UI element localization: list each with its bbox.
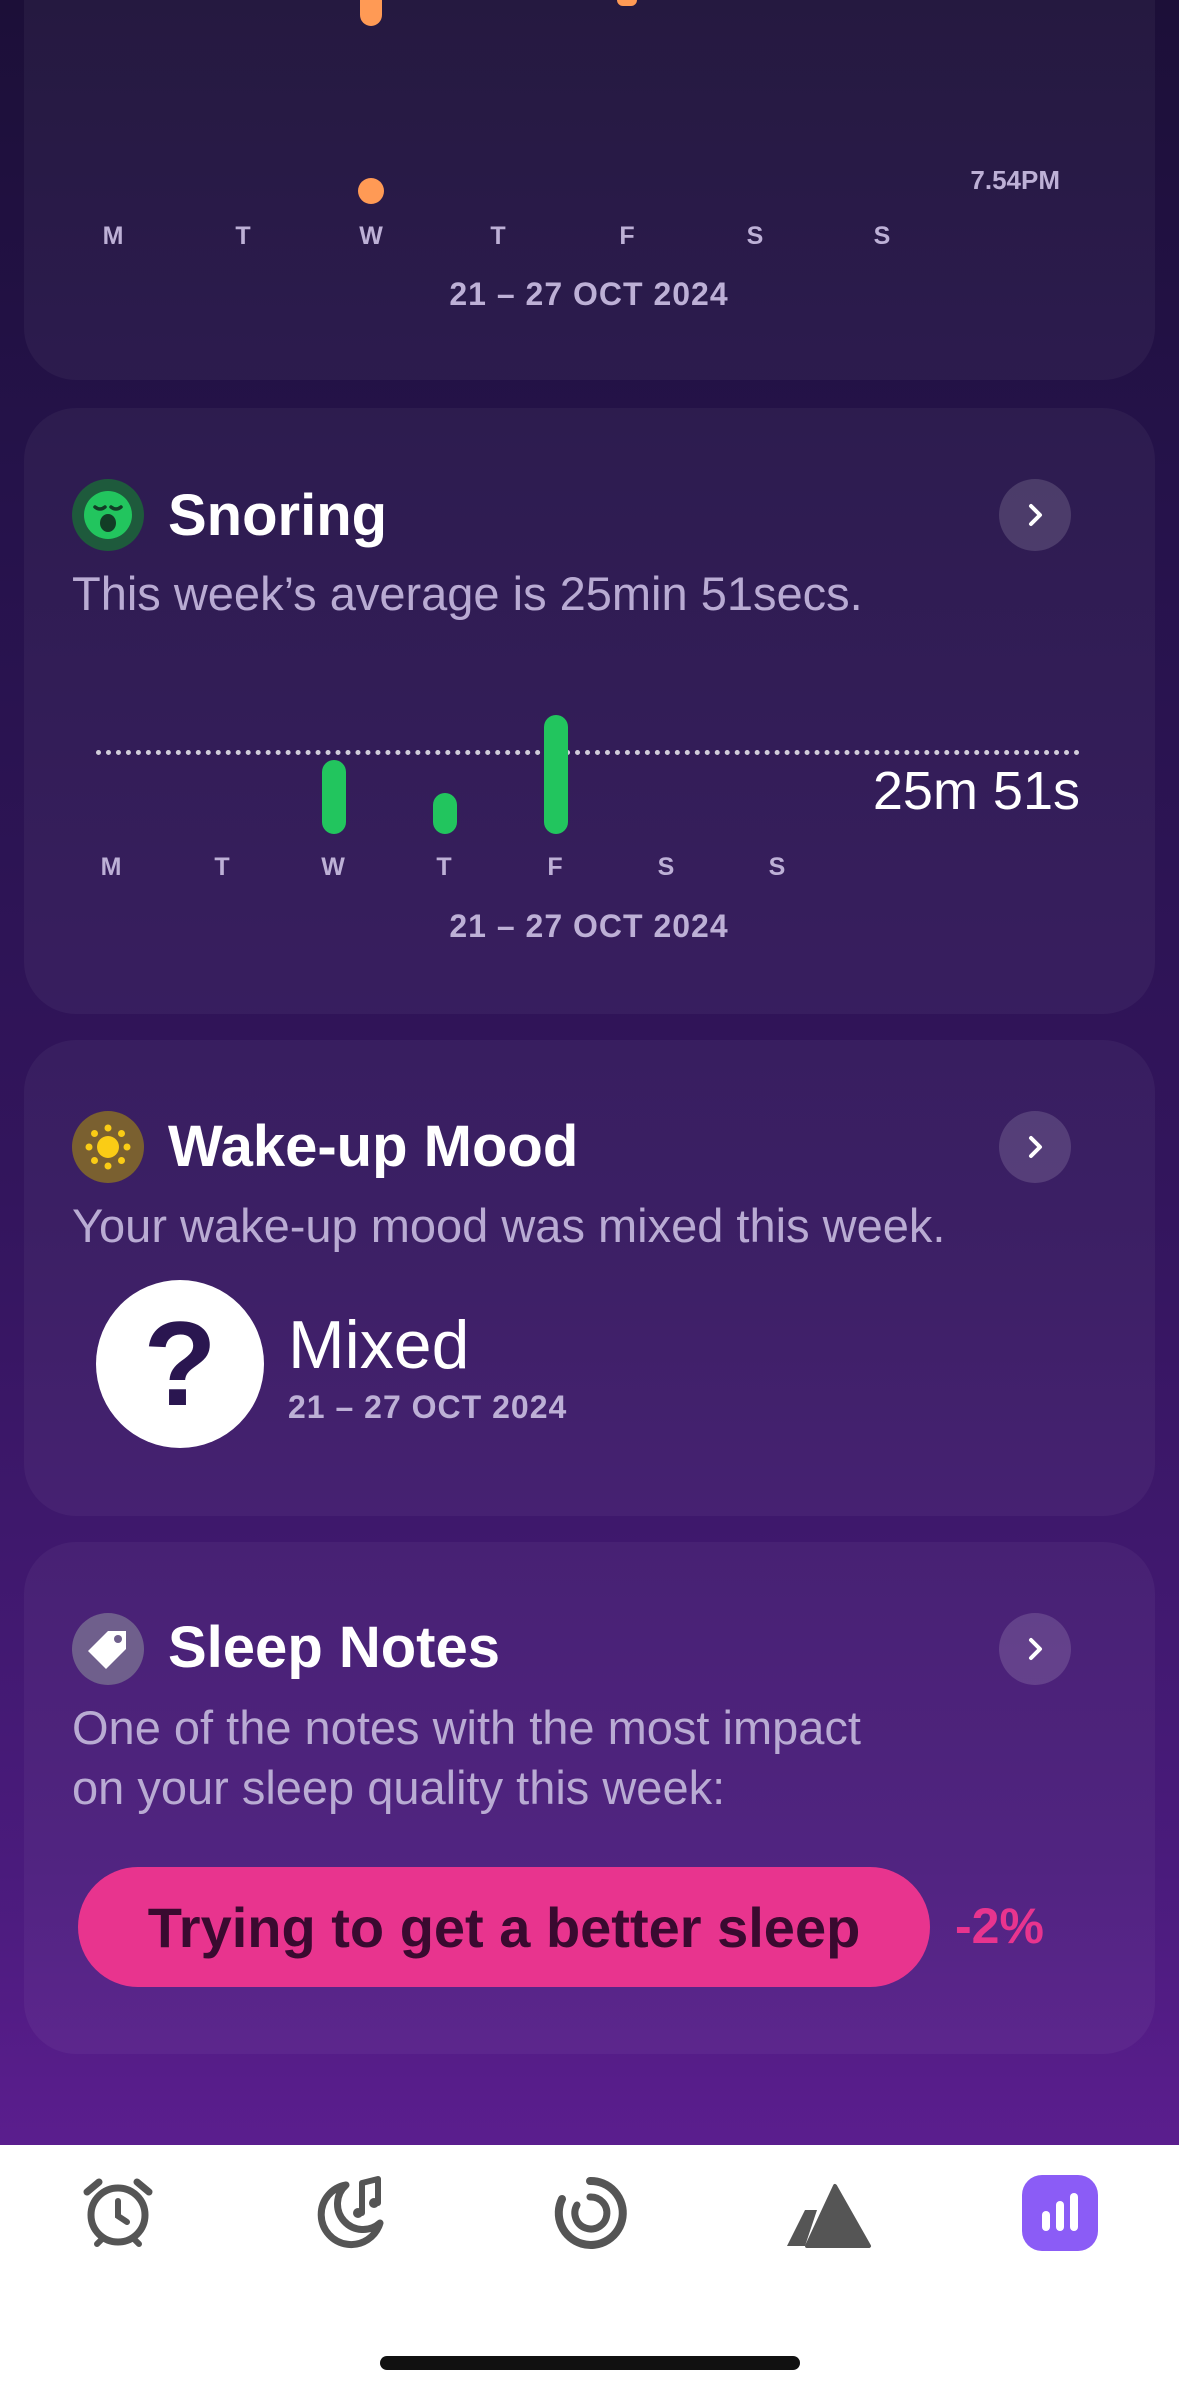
- mood-date-range: 21 – 27 OCT 2024: [288, 1389, 568, 1425]
- chevron-right-icon: [1029, 1136, 1042, 1158]
- bedtime-dot-w: [358, 178, 384, 204]
- snoring-average-line: [96, 750, 1080, 755]
- bedtime-day-w: W: [359, 222, 383, 250]
- spiral-icon: [554, 2176, 627, 2249]
- tab-statistics[interactable]: [1022, 2175, 1098, 2251]
- sleep-note-impact: -2%: [955, 1898, 1044, 1954]
- snoring-day-s2: S: [768, 853, 786, 881]
- sleep-notes-subtitle-2: on your sleep quality this week:: [72, 1761, 726, 1814]
- alarm-clock-icon: [83, 2178, 153, 2247]
- mood-face-icon: ?: [96, 1280, 264, 1448]
- sleep-notes-subtitle-1: One of the notes with the most impact: [72, 1701, 861, 1754]
- tab-alarm[interactable]: [78, 2173, 158, 2253]
- sleep-notes-chevron-button[interactable]: [999, 1613, 1071, 1685]
- snoring-title: Snoring: [168, 483, 388, 548]
- snoring-day-t2: T: [436, 853, 452, 881]
- bar-chart-icon: [1042, 2193, 1078, 2231]
- snoring-bar-f: [544, 715, 568, 834]
- moon-music-icon: [317, 2176, 384, 2248]
- snoring-bar-t: [433, 793, 457, 834]
- chevron-right-icon: [1029, 504, 1042, 526]
- snoring-day-m: M: [100, 853, 122, 881]
- question-mark-icon: ?: [143, 1297, 217, 1431]
- snoring-date-range: 21 – 27 OCT 2024: [449, 908, 729, 944]
- bedtime-day-m: M: [102, 222, 124, 250]
- mountains-icon: [787, 2184, 871, 2248]
- bedtime-dot-f: [617, 0, 637, 6]
- sleep-note-label: Trying to get a better sleep: [147, 1895, 861, 1959]
- snoring-chevron-button[interactable]: [999, 479, 1071, 551]
- bedtime-bar-w: [360, 0, 382, 26]
- snoring-day-w: W: [321, 853, 345, 881]
- mood-chevron-button[interactable]: [999, 1111, 1071, 1183]
- mood-subtitle: Your wake-up mood was mixed this week.: [72, 1199, 946, 1252]
- tab-trends[interactable]: [783, 2173, 873, 2253]
- snoring-average-label: 25m 51s: [872, 761, 1080, 821]
- sleep-note-pill[interactable]: Trying to get a better sleep: [78, 1867, 930, 1987]
- tag-icon: [72, 1613, 144, 1685]
- tab-routine[interactable]: [550, 2173, 630, 2253]
- snoring-subtitle: This week’s average is 25min 51secs.: [72, 567, 863, 620]
- bedtime-day-s2: S: [873, 222, 891, 250]
- snoring-day-s: S: [657, 853, 675, 881]
- bedtime-day-s: S: [746, 222, 764, 250]
- bedtime-date-range: 21 – 27 OCT 2024: [449, 276, 729, 312]
- bedtime-day-f: F: [619, 222, 635, 250]
- bedtime-time-label: 7.54PM: [970, 165, 1060, 195]
- mood-title: Wake-up Mood: [168, 1114, 579, 1179]
- snoring-day-t: T: [214, 853, 230, 881]
- chevron-right-icon: [1029, 1638, 1042, 1660]
- snoring-face-icon: [72, 479, 144, 551]
- snoring-bar-w: [322, 760, 346, 834]
- sun-icon: [72, 1111, 144, 1183]
- home-indicator: [380, 2356, 800, 2370]
- tab-sleep-sounds[interactable]: [312, 2173, 392, 2253]
- snoring-day-f: F: [547, 853, 563, 881]
- bedtime-day-t: T: [235, 222, 251, 250]
- mood-label: Mixed: [288, 1307, 470, 1383]
- bedtime-day-t2: T: [490, 222, 506, 250]
- sleep-notes-title: Sleep Notes: [168, 1615, 500, 1680]
